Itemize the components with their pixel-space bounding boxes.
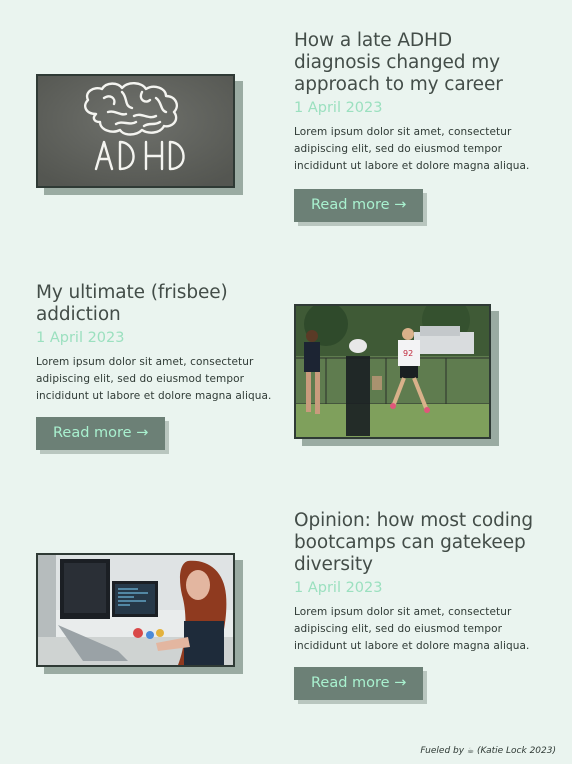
post-text: How a late ADHD diagnosis changed my app… bbox=[294, 30, 544, 175]
read-more-button[interactable]: Read more → bbox=[294, 189, 424, 222]
post-text: My ultimate (frisbee) addiction 1 April … bbox=[36, 282, 281, 405]
post-title[interactable]: How a late ADHD diagnosis changed my app… bbox=[294, 30, 544, 96]
chalkboard-brain-illustration bbox=[38, 76, 233, 186]
post-date: 1 April 2023 bbox=[36, 330, 125, 346]
post-excerpt: Lorem ipsum dolor sit amet, consectetur … bbox=[294, 606, 530, 652]
post-excerpt: Lorem ipsum dolor sit amet, consectetur … bbox=[36, 356, 272, 402]
post-image-adhd[interactable] bbox=[36, 74, 235, 188]
read-more-button[interactable]: Read more → bbox=[294, 667, 424, 700]
read-more-button[interactable]: Read more → bbox=[36, 417, 166, 450]
post-title[interactable]: My ultimate (frisbee) addiction bbox=[36, 282, 281, 326]
coding-office-photo bbox=[38, 555, 233, 665]
post-date: 1 April 2023 bbox=[294, 580, 383, 596]
post-title[interactable]: Opinion: how most coding bootcamps can g… bbox=[294, 510, 544, 576]
post-excerpt: Lorem ipsum dolor sit amet, consectetur … bbox=[294, 126, 530, 172]
frisbee-players-photo: 92 bbox=[296, 306, 489, 437]
footer-credit: Fueled by ☕ (Katie Lock 2023) bbox=[420, 746, 556, 756]
svg-text:92: 92 bbox=[403, 349, 413, 358]
footer-author: (Katie Lock 2023) bbox=[477, 746, 556, 756]
footer-prefix: Fueled by bbox=[420, 746, 465, 756]
post-image-frisbee[interactable]: 92 bbox=[294, 304, 491, 439]
post-image-coding[interactable] bbox=[36, 553, 235, 667]
post-text: Opinion: how most coding bootcamps can g… bbox=[294, 510, 544, 655]
coffee-icon: ☕ bbox=[466, 746, 475, 755]
post-date: 1 April 2023 bbox=[294, 100, 383, 116]
